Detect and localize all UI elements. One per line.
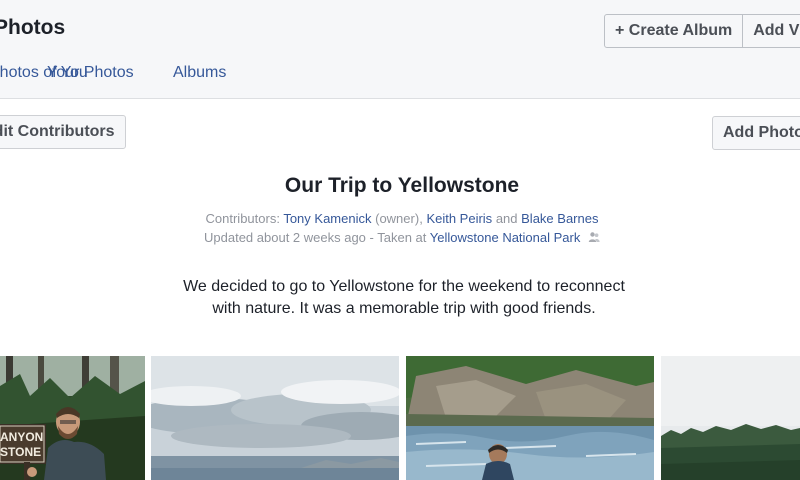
add-videos-button[interactable]: Add Videos bbox=[742, 15, 800, 47]
photos-page: Photos + Create Album Add Videos Photos … bbox=[0, 0, 800, 480]
album-title: Our Trip to Yellowstone bbox=[284, 174, 520, 197]
contributor-link[interactable]: Keith Peiris bbox=[426, 211, 492, 226]
page-title: Photos bbox=[0, 16, 66, 39]
album-photo-1[interactable]: ANYON STONE bbox=[0, 356, 145, 480]
tab-albums[interactable]: Albums bbox=[173, 64, 226, 82]
album-photo-3[interactable] bbox=[406, 356, 654, 480]
photo-treeline-image bbox=[661, 356, 800, 480]
description-line: with nature. It was a memorable trip wit… bbox=[212, 300, 596, 317]
and-separator: and bbox=[495, 211, 518, 226]
photo-cloudy-sky-image bbox=[151, 356, 399, 480]
photos-header: Photos + Create Album Add Videos Photos … bbox=[0, 0, 800, 99]
contributor-link[interactable]: Tony Kamenick bbox=[283, 211, 371, 226]
album-contributors-line: Contributors: Tony Kamenick (owner), Kei… bbox=[0, 211, 800, 226]
owner-note: (owner) bbox=[375, 211, 420, 226]
people-tag-icon[interactable] bbox=[588, 231, 600, 243]
sign-text: STONE bbox=[0, 445, 41, 459]
updated-time: Updated about 2 weeks ago bbox=[204, 230, 366, 245]
album-photo-2[interactable] bbox=[151, 356, 399, 480]
album-description: We decided to go to Yellowstone for the … bbox=[0, 276, 800, 320]
sign-text: ANYON bbox=[0, 430, 43, 444]
taken-at-label: - Taken at bbox=[369, 230, 427, 245]
photo-person-sign-image: ANYON STONE bbox=[0, 356, 145, 480]
album-photo-4[interactable] bbox=[661, 356, 800, 480]
photo-river-image bbox=[406, 356, 654, 480]
description-line: We decided to go to Yellowstone for the … bbox=[183, 278, 625, 295]
create-album-button[interactable]: + Create Album bbox=[605, 15, 742, 47]
tab-your-photos[interactable]: Your Photos bbox=[47, 64, 134, 82]
album-updated-line: Updated about 2 weeks ago - Taken at Yel… bbox=[0, 230, 800, 245]
comma-separator: , bbox=[419, 211, 423, 226]
contributors-label: Contributors: bbox=[205, 211, 280, 226]
header-actions: + Create Album Add Videos bbox=[604, 14, 800, 48]
location-link[interactable]: Yellowstone National Park bbox=[430, 230, 581, 245]
contributor-link[interactable]: Blake Barnes bbox=[521, 211, 598, 226]
add-photos-button[interactable]: Add Photos bbox=[712, 116, 800, 150]
edit-contributors-button[interactable]: Edit Contributors bbox=[0, 115, 126, 149]
